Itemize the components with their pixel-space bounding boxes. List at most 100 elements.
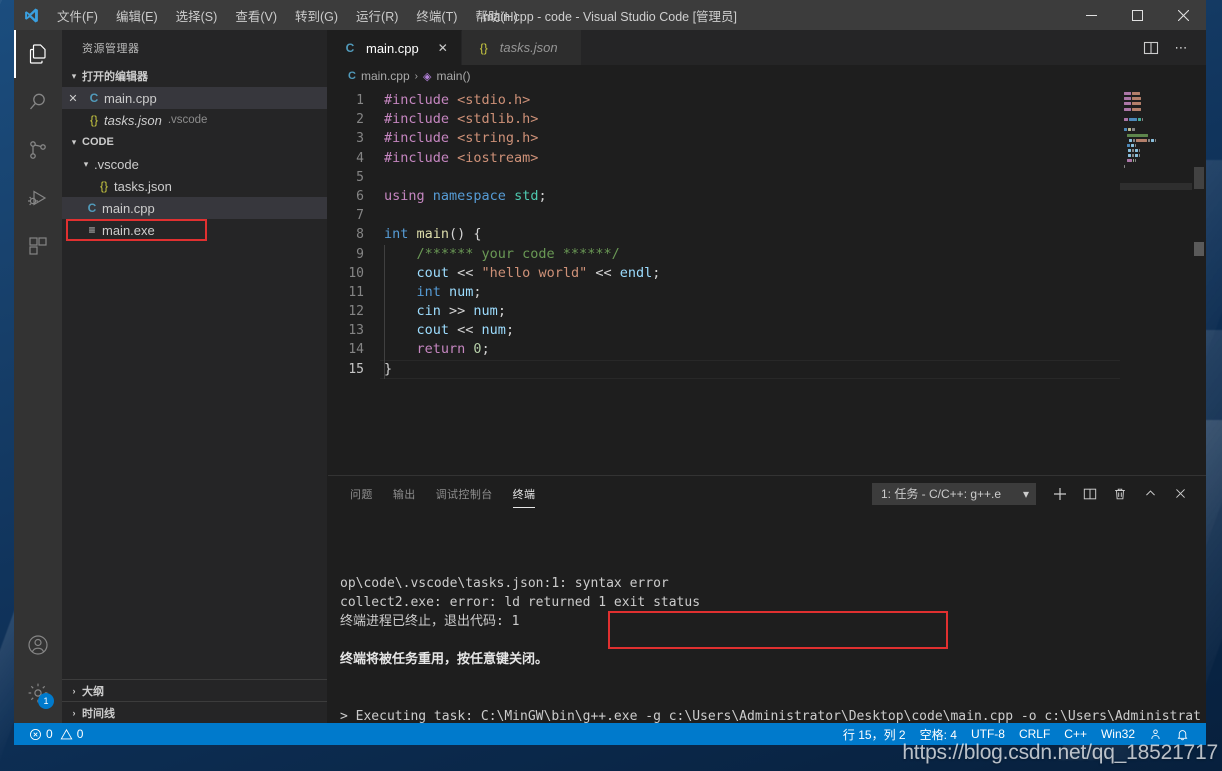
code-line[interactable]: /****** your code ******/ [384,245,1120,264]
minimap-slider[interactable] [1120,183,1192,190]
sidebar-item-search[interactable] [14,78,62,126]
tab-terminal[interactable]: 终端 [503,476,546,511]
sidebar-item-extensions[interactable] [14,222,62,270]
code-token: cin [416,303,441,320]
eol-status[interactable]: CRLF [1012,723,1057,745]
code-token: << [587,264,620,281]
error-circle-icon [30,728,41,740]
live-share-icon[interactable] [1142,723,1169,745]
open-editor-tasks-json[interactable]: {} tasks.json .vscode [62,109,327,131]
window-controls [1068,0,1206,30]
code-line[interactable]: cout << num; [384,321,1120,340]
minimize-button[interactable] [1068,0,1114,30]
code-line[interactable]: cin >> num; [384,302,1120,321]
close-button[interactable] [1160,0,1206,30]
outline-section-header[interactable]: › 大纲 [62,679,327,701]
maximize-panel-icon[interactable] [1136,481,1164,507]
tree-item-main-cpp[interactable]: C main.cpp [62,197,327,219]
sidebar-item-run-and-debug[interactable] [14,174,62,222]
menu-item-help[interactable]: 帮助(H) [466,0,526,30]
code-content[interactable]: 1 2 3 4 5 6 7 8 9 10 11 12 13 14 15 #include <stdio.h>… [328,87,1120,475]
code-line[interactable]: #include <string.h> [384,129,1120,148]
tree-item-main-exe[interactable]: ≡ main.exe [62,219,327,241]
language-mode-status[interactable]: C++ [1057,723,1094,745]
open-editor-main-cpp[interactable]: ✕ C main.cpp [62,87,327,109]
tab-tasks-json[interactable]: {} tasks.json [461,30,582,65]
menu-item-edit[interactable]: 编辑(E) [107,0,167,30]
minimap-token [1129,138,1133,142]
breadcrumb-symbol[interactable]: main() [436,69,470,83]
notifications-bell-icon[interactable] [1169,723,1196,745]
minimap[interactable] [1120,87,1192,475]
tab-problems[interactable]: 问题 [340,476,383,511]
code-token: cout [416,322,450,339]
minimap-token [1124,117,1128,121]
minimap-line [1124,164,1192,169]
cursor-position-status[interactable]: 行 15，列 2 [836,723,913,745]
more-actions-icon[interactable]: ⋯ [1168,35,1194,61]
new-terminal-icon[interactable] [1046,481,1074,507]
sidebar-item-source-control[interactable] [14,126,62,174]
tab-output[interactable]: 输出 [383,476,426,511]
problems-status[interactable]: 0 0 [22,723,90,745]
account-button[interactable] [14,621,62,669]
kill-terminal-icon[interactable] [1106,481,1134,507]
code-line[interactable]: #include <stdio.h> [384,91,1120,110]
code-line[interactable]: #include <iostream> [384,149,1120,168]
tree-item-label: tasks.json [114,178,172,194]
minimap-token [1132,128,1135,132]
chevron-right-icon: › [72,685,76,696]
open-editors-section-header[interactable]: ▾ 打开的编辑器 [62,65,327,87]
tree-item-vscode-folder[interactable]: ▾ .vscode [62,153,327,175]
platform-status[interactable]: Win32 [1094,723,1142,745]
sidebar-item-explorer[interactable] [14,30,62,78]
warning-triangle-icon [60,728,73,739]
encoding-status[interactable]: UTF-8 [964,723,1012,745]
code-line[interactable]: cout << "hello world" << endl; [384,264,1120,283]
maximize-button[interactable] [1114,0,1160,30]
code-line[interactable]: using namespace std; [384,187,1120,206]
tab-main-cpp[interactable]: C main.cpp ✕ [328,30,462,65]
code-lines[interactable]: #include <stdio.h> #include <stdlib.h> #in… [380,87,1120,475]
split-terminal-icon[interactable] [1076,481,1104,507]
title-bar: 文件(F) 编辑(E) 选择(S) 查看(V) 转到(G) 运行(R) 终端(T… [14,0,1206,30]
breadcrumb-file[interactable]: main.cpp [361,69,410,83]
code-line[interactable]: int num; [384,283,1120,302]
sidebar-filler [62,241,327,679]
terminal-output[interactable]: op\code\.vscode\tasks.json:1: syntax err… [328,511,1206,723]
terminal-selector[interactable]: 1: 任务 - C/C++: g++.e ▾ [872,482,1036,505]
editor-tabs-bar: C main.cpp ✕ {} tasks.json ⋯ [328,30,1206,65]
code-line[interactable] [384,206,1120,225]
menu-item-file[interactable]: 文件(F) [48,0,107,30]
minimap-token [1148,138,1151,142]
split-editor-icon[interactable] [1138,35,1164,61]
code-line[interactable]: int main() { [384,225,1120,244]
timeline-section-header[interactable]: › 时间线 [62,701,327,723]
editor-scrollbar[interactable] [1192,87,1206,475]
menu-item-terminal[interactable]: 终端(T) [407,0,466,30]
code-line[interactable] [384,168,1120,187]
menu-item-run[interactable]: 运行(R) [347,0,407,30]
close-icon[interactable]: ✕ [435,41,451,55]
manage-settings-button[interactable]: 1 [14,669,62,717]
line-number: 15 [348,361,364,377]
code-line[interactable]: #include <stdlib.h> [384,110,1120,129]
close-icon[interactable]: ✕ [62,92,84,105]
json-file-icon: {} [99,179,108,193]
code-line[interactable]: return 0; [384,340,1120,359]
indentation-status[interactable]: 空格: 4 [913,723,964,745]
menu-item-view[interactable]: 查看(V) [226,0,286,30]
code-token: int [416,283,450,300]
minimap-token [1135,154,1139,158]
minimap-token [1151,138,1155,142]
minimap-token [1128,149,1132,153]
tab-debug-console[interactable]: 调试控制台 [426,476,503,511]
tree-item-tasks-json[interactable]: {} tasks.json [62,175,327,197]
panel-header: 问题 输出 调试控制台 终端 1: 任务 - C/C++: g++.e ▾ [328,476,1206,511]
folder-section-header[interactable]: ▾ CODE [62,131,327,153]
menu-item-go[interactable]: 转到(G) [286,0,347,30]
scrollbar-thumb[interactable] [1194,167,1204,189]
menu-item-selection[interactable]: 选择(S) [167,0,227,30]
close-panel-icon[interactable] [1166,481,1194,507]
